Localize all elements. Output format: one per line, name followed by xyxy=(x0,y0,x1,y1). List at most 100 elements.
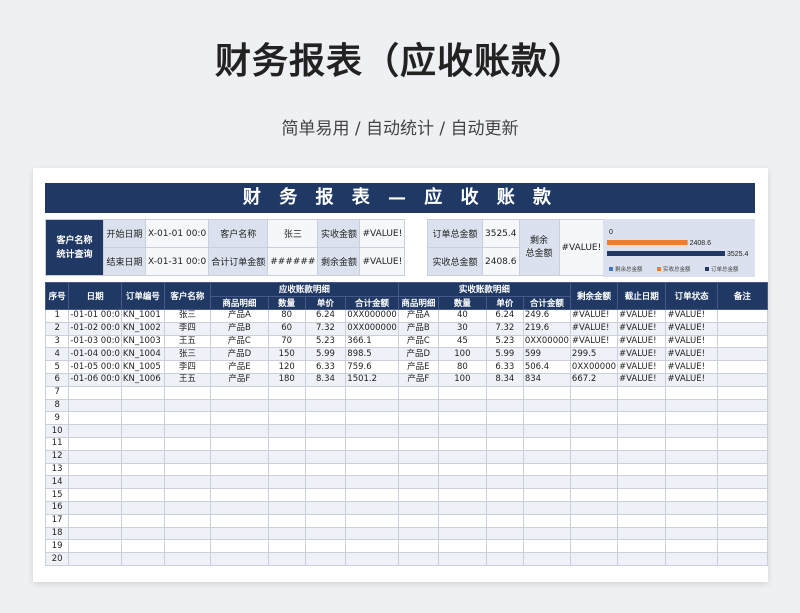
table-cell[interactable] xyxy=(120,500,165,515)
table-cell[interactable] xyxy=(716,539,769,554)
table-cell[interactable] xyxy=(485,526,524,541)
table-cell[interactable] xyxy=(345,526,399,541)
table-cell[interactable] xyxy=(304,449,347,464)
table-cell[interactable] xyxy=(120,475,165,490)
table-cell[interactable]: #VALUE! xyxy=(617,372,667,387)
table-cell[interactable] xyxy=(68,500,122,515)
table-cell[interactable] xyxy=(209,488,269,502)
table-cell[interactable] xyxy=(485,398,524,413)
table-cell[interactable] xyxy=(345,513,399,528)
table-cell[interactable] xyxy=(716,309,769,323)
table-cell[interactable] xyxy=(716,488,769,502)
table-cell[interactable] xyxy=(665,424,718,438)
table-cell[interactable]: 599 xyxy=(522,347,571,362)
table-cell[interactable] xyxy=(68,539,122,554)
table-cell[interactable] xyxy=(569,411,619,426)
table-cell[interactable] xyxy=(304,539,347,554)
table-cell[interactable] xyxy=(120,398,165,413)
table-cell[interactable] xyxy=(617,526,667,541)
table-cell[interactable] xyxy=(345,539,399,554)
table-cell[interactable] xyxy=(397,411,439,426)
table-cell[interactable] xyxy=(716,552,769,566)
table-cell[interactable]: 9 xyxy=(44,411,70,426)
table-cell[interactable] xyxy=(485,539,524,554)
table-cell[interactable]: 120 xyxy=(267,360,306,374)
table-cell[interactable] xyxy=(163,462,211,477)
table-cell[interactable] xyxy=(397,539,439,554)
table-cell[interactable] xyxy=(569,475,619,490)
table-cell[interactable] xyxy=(209,385,269,400)
table-cell[interactable] xyxy=(569,488,619,502)
table-cell[interactable] xyxy=(120,436,165,451)
table-cell[interactable]: 759.6 xyxy=(345,360,399,374)
table-cell[interactable] xyxy=(617,552,667,566)
table-cell[interactable]: 506.4 xyxy=(522,360,571,374)
table-cell[interactable]: -01-06 00:0 xyxy=(68,372,122,387)
table-cell[interactable] xyxy=(716,385,769,400)
table-cell[interactable] xyxy=(209,552,269,566)
table-cell[interactable] xyxy=(485,475,524,490)
table-cell[interactable] xyxy=(569,398,619,413)
table-cell[interactable] xyxy=(665,462,718,477)
table-cell[interactable]: 100 xyxy=(437,372,487,387)
table-cell[interactable] xyxy=(437,552,487,566)
table-cell[interactable] xyxy=(617,513,667,528)
table-cell[interactable] xyxy=(345,411,399,426)
table-cell[interactable]: 100 xyxy=(437,347,487,362)
table-cell[interactable] xyxy=(716,526,769,541)
table-cell[interactable]: #VALUE! xyxy=(665,360,718,374)
table-cell[interactable]: 8.34 xyxy=(304,372,347,387)
table-cell[interactable]: 产品D xyxy=(209,347,269,362)
table-cell[interactable]: 0XX00000 xyxy=(569,360,619,374)
table-cell[interactable] xyxy=(485,462,524,477)
table-cell[interactable] xyxy=(267,500,306,515)
table-cell[interactable] xyxy=(267,449,306,464)
table-cell[interactable] xyxy=(617,539,667,554)
table-cell[interactable]: 15 xyxy=(44,488,70,502)
table-cell[interactable] xyxy=(304,488,347,502)
table-cell[interactable] xyxy=(716,436,769,451)
table-cell[interactable]: 12 xyxy=(44,449,70,464)
table-cell[interactable] xyxy=(267,462,306,477)
table-cell[interactable]: #VALUE! xyxy=(617,347,667,362)
table-cell[interactable] xyxy=(617,436,667,451)
table-cell[interactable]: 8 xyxy=(44,398,70,413)
table-cell[interactable]: #VALUE! xyxy=(665,347,718,362)
table-cell[interactable] xyxy=(345,424,399,438)
table-cell[interactable] xyxy=(209,411,269,426)
table-cell[interactable] xyxy=(397,385,439,400)
table-cell[interactable]: 80 xyxy=(437,360,487,374)
table-cell[interactable] xyxy=(209,526,269,541)
table-cell[interactable] xyxy=(209,513,269,528)
table-cell[interactable] xyxy=(485,500,524,515)
table-cell[interactable]: 2 xyxy=(44,321,70,336)
table-cell[interactable] xyxy=(267,424,306,438)
table-cell[interactable] xyxy=(522,539,571,554)
table-cell[interactable] xyxy=(345,500,399,515)
table-cell[interactable] xyxy=(267,526,306,541)
table-cell[interactable]: 834 xyxy=(522,372,571,387)
table-cell[interactable]: KN_1001 xyxy=(120,309,165,323)
table-cell[interactable]: 7.32 xyxy=(485,321,524,336)
table-cell[interactable]: 7 xyxy=(44,385,70,400)
table-cell[interactable]: 0XX000000 xyxy=(345,321,399,336)
table-cell[interactable] xyxy=(437,500,487,515)
table-cell[interactable] xyxy=(522,500,571,515)
table-cell[interactable] xyxy=(485,449,524,464)
table-cell[interactable] xyxy=(120,539,165,554)
table-cell[interactable] xyxy=(485,436,524,451)
table-cell[interactable]: KN_1002 xyxy=(120,321,165,336)
table-cell[interactable] xyxy=(163,513,211,528)
table-cell[interactable] xyxy=(485,424,524,438)
table-cell[interactable]: 20 xyxy=(44,552,70,566)
table-cell[interactable] xyxy=(437,539,487,554)
table-cell[interactable]: 40 xyxy=(437,309,487,323)
table-cell[interactable] xyxy=(716,347,769,362)
table-cell[interactable] xyxy=(716,372,769,387)
table-cell[interactable] xyxy=(68,552,122,566)
table-cell[interactable] xyxy=(345,385,399,400)
table-cell[interactable]: #VALUE! xyxy=(617,321,667,336)
table-cell[interactable] xyxy=(120,462,165,477)
table-cell[interactable]: 4 xyxy=(44,347,70,362)
table-cell[interactable]: 王五 xyxy=(163,372,211,387)
